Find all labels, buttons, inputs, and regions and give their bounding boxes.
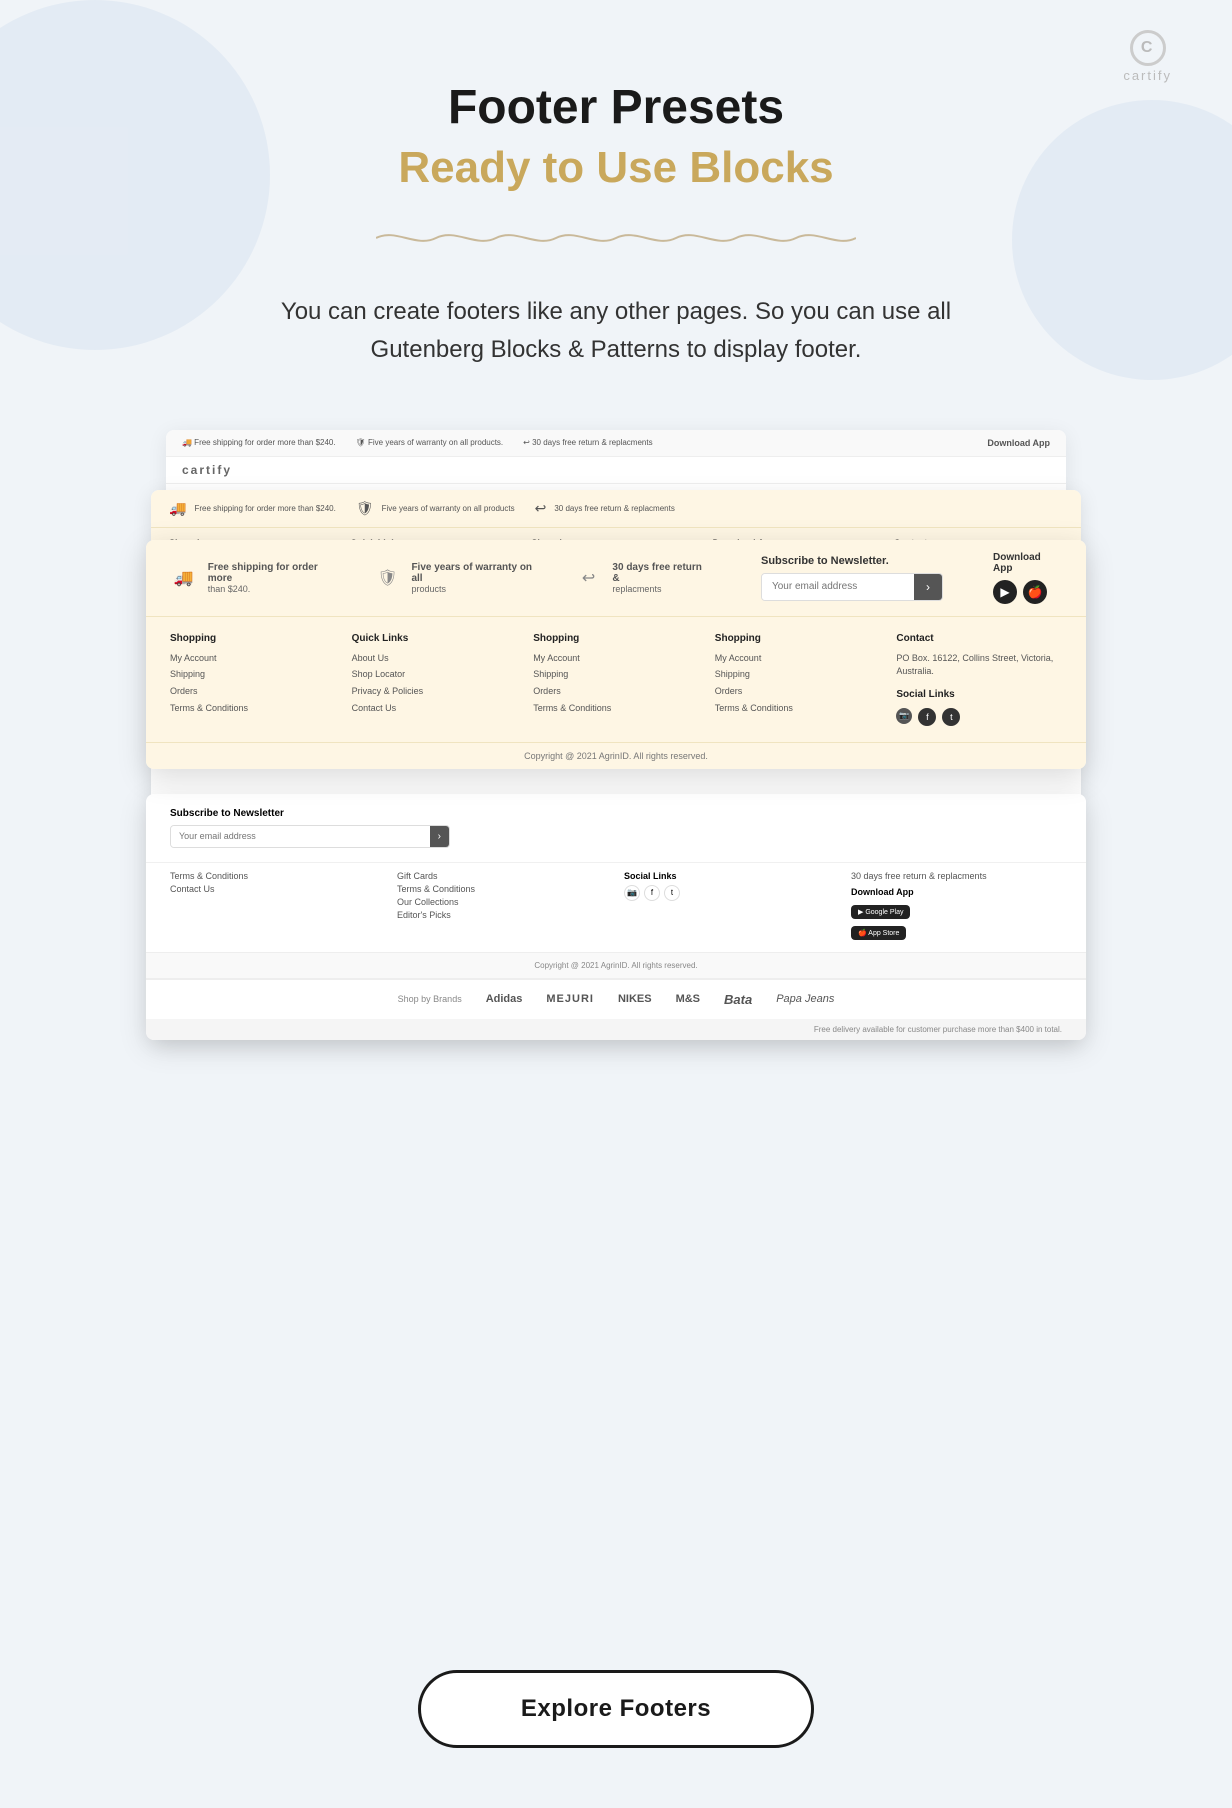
newsletter-submit-button[interactable]: › <box>914 574 942 600</box>
shop-by-brands-label: Shop by Brands <box>398 994 462 1004</box>
twitter-icon: t <box>942 708 960 726</box>
android-icon: ▶ <box>993 580 1017 604</box>
footer-col-shopping: Shopping My Account Shipping Orders Term… <box>170 633 336 726</box>
page-title: Footer Presets <box>448 80 784 135</box>
footer-preview-front: 🚚 Free shipping for order more than $240… <box>146 540 1086 769</box>
bottom-copyright: Copyright @ 2021 AgrinID. All rights res… <box>146 952 1086 978</box>
bottom-newsletter-button[interactable]: › <box>430 826 449 847</box>
brand-bata: Bata <box>724 992 752 1007</box>
back2-logo: cartify <box>182 463 232 477</box>
instagram-icon: 📷 <box>896 708 912 724</box>
warranty-icon: 🛡 <box>374 564 402 592</box>
explore-footers-button[interactable]: Explore Footers <box>418 1670 814 1748</box>
app-store-badge: 🍎 App Store <box>851 926 906 940</box>
privacy-link[interactable]: Privacy & Policies <box>352 685 518 698</box>
page-subtitle: Ready to Use Blocks <box>398 143 833 193</box>
newsletter-label: Subscribe to Newsletter. <box>761 555 943 567</box>
about-us-link[interactable]: About Us <box>352 652 518 665</box>
apple-icon: 🍎 <box>1023 580 1047 604</box>
footer-copyright: Copyright @ 2021 AgrinID. All rights res… <box>146 742 1086 769</box>
facebook-icon: f <box>918 708 936 726</box>
previews-container: 🚚 Free shipping for order more than $240… <box>146 430 1086 1330</box>
shop-locator-link[interactable]: Shop Locator <box>352 668 518 681</box>
footer-col-shopping-2: Shopping My Account Shipping Orders Term… <box>533 633 699 726</box>
social-twitter: t <box>664 885 680 901</box>
contact-us-link[interactable]: Contact Us <box>352 702 518 715</box>
footer-preview-bottom: Subscribe to Newsletter › Terms & Condit… <box>146 794 1086 1040</box>
brand-ms: M&S <box>676 993 700 1005</box>
social-instagram: 📷 <box>624 885 640 901</box>
back-preview-top-bar: 🚚 Free shipping for order more than $240… <box>166 430 1066 457</box>
wave-divider <box>376 223 856 253</box>
description-text: You can create footers like any other pa… <box>256 293 976 370</box>
brands-section: Shop by Brands Adidas MEJURI NIKES M&S B… <box>146 978 1086 1019</box>
return-icon: ↩ <box>575 564 603 592</box>
social-facebook: f <box>644 885 660 901</box>
footer-top-bar: 🚚 Free shipping for order more than $240… <box>146 540 1086 617</box>
brand-mejuri: MEJURI <box>546 993 594 1005</box>
brand-papa-jeans: Papa Jeans <box>776 993 834 1005</box>
google-play-badge: ▶ Google Play <box>851 905 910 919</box>
delivery-note: Free delivery available for customer pur… <box>146 1019 1086 1040</box>
logo-text: cartify <box>1123 68 1172 83</box>
contact-address: PO Box. 16122, Collins Street, Victoria,… <box>896 652 1062 679</box>
cartify-logo: C cartify <box>1123 30 1172 83</box>
footer-col-shopping-3: Shopping My Account Shipping Orders Term… <box>715 633 881 726</box>
social-icons: 📷 f t <box>896 708 1062 726</box>
brand-adidas: Adidas <box>486 993 523 1005</box>
logo-icon: C <box>1130 30 1166 66</box>
explore-section: Explore Footers <box>418 1670 814 1748</box>
bottom-newsletter-input[interactable] <box>171 826 430 847</box>
download-app-label: Download App <box>993 552 1062 574</box>
footer-col-contact: Contact PO Box. 16122, Collins Street, V… <box>896 633 1062 726</box>
footer-col-quick-links: Quick Links About Us Shop Locator Privac… <box>352 633 518 726</box>
brand-nikes: NIKES <box>618 993 652 1005</box>
newsletter-input[interactable] <box>762 574 914 600</box>
footer-main-columns: Shopping My Account Shipping Orders Term… <box>146 617 1086 742</box>
shipping-icon: 🚚 <box>170 564 198 592</box>
